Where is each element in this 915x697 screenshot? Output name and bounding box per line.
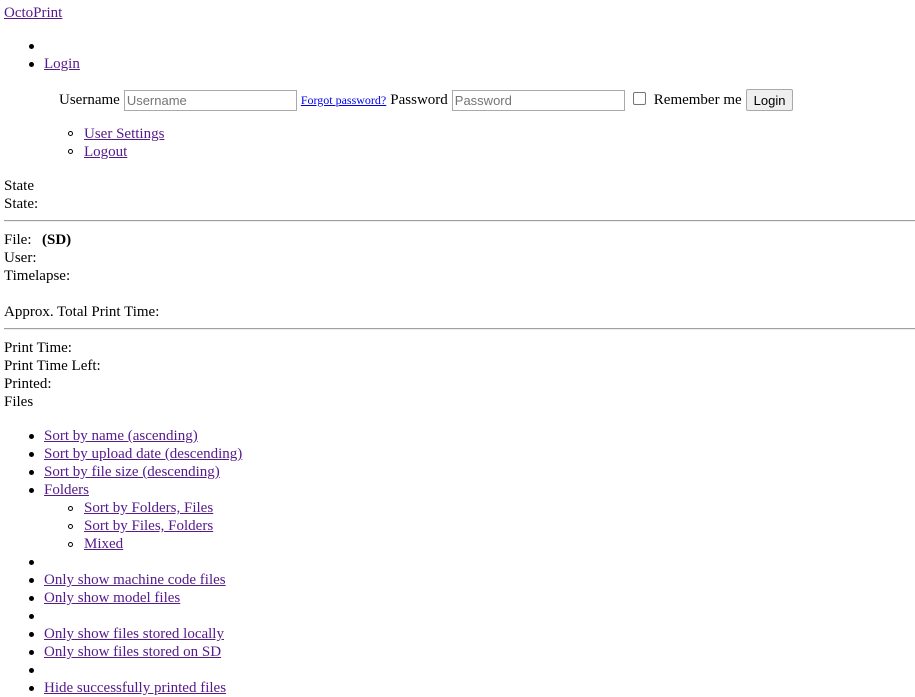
list-bullet [29,614,34,619]
only-model-files-link[interactable]: Only show model files [44,589,180,607]
list-bullet [29,452,34,457]
forgot-password-link[interactable]: Forgot password? [301,91,386,109]
only-local-files-link[interactable]: Only show files stored locally [44,625,224,643]
sort-folders-files-link[interactable]: Sort by Folders, Files [84,499,213,517]
list-bullet [29,578,34,583]
password-input[interactable] [451,89,625,111]
list-bullet [29,44,34,49]
remember-me-label: Remember me [653,92,742,108]
sort-files-folders-link[interactable]: Sort by Files, Folders [84,517,213,535]
only-sd-files-link[interactable]: Only show files stored on SD [44,643,221,661]
brand-link[interactable]: OctoPrint [4,4,62,22]
login-form: Username Forgot password? Password Remem… [59,89,794,111]
list-bullet [29,650,34,655]
files-heading: Files [4,394,34,410]
hide-printed-files-link[interactable]: Hide successfully printed files [44,679,226,697]
file-label: File: [4,232,32,248]
list-bullet [29,632,34,637]
list-bullet [29,668,34,673]
list-bullet [29,560,34,565]
state-label: State: [4,196,39,212]
list-bullet [29,488,34,493]
list-bullet [29,62,34,67]
sort-by-file-size-link[interactable]: Sort by file size (descending) [44,463,220,481]
sort-by-name-link[interactable]: Sort by name (ascending) [44,427,198,445]
print-time-label: Print Time: [4,340,72,356]
divider [4,220,915,222]
list-bullet [29,434,34,439]
only-machine-code-link[interactable]: Only show machine code files [44,571,226,589]
remember-me-checkbox[interactable] [632,91,646,105]
divider [4,328,915,330]
list-bullet [29,596,34,601]
approx-total-print-time-label: Approx. Total Print Time: [4,304,160,320]
logout-link[interactable]: Logout [84,143,127,161]
password-label: Password [390,92,448,108]
username-label: Username [59,92,120,108]
mixed-link[interactable]: Mixed [84,535,123,553]
sort-by-upload-date-link[interactable]: Sort by upload date (descending) [44,445,242,463]
list-circle [68,149,73,154]
list-circle [68,524,73,529]
state-heading: State [4,178,34,194]
user-label: User: [4,250,37,266]
file-origin: (SD) [42,232,72,248]
printed-label: Printed: [4,376,52,392]
username-input[interactable] [123,89,297,111]
list-circle [68,131,73,136]
list-bullet [29,470,34,475]
user-settings-link[interactable]: User Settings [84,125,164,143]
timelapse-label: Timelapse: [4,268,71,284]
list-circle [68,506,73,511]
login-link[interactable]: Login [44,55,80,73]
print-time-left-label: Print Time Left: [4,358,101,374]
folders-link[interactable]: Folders [44,481,89,499]
list-circle [68,542,73,547]
login-button[interactable]: Login [745,89,794,111]
